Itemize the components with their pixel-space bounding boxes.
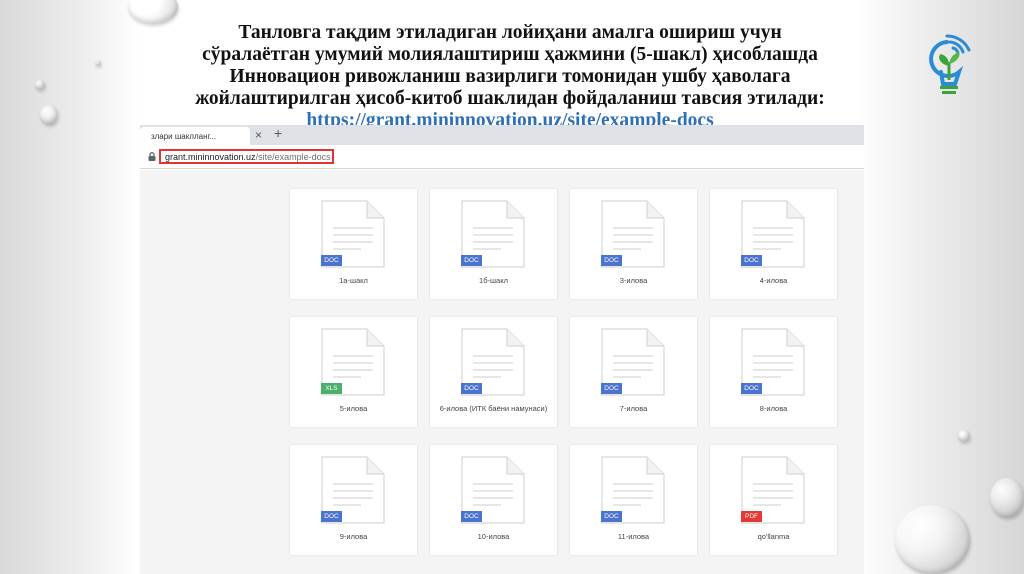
file-card[interactable]: DOC 10-илова (430, 445, 557, 555)
file-type-badge: DOC (461, 255, 482, 266)
new-tab-icon[interactable]: + (274, 125, 282, 141)
slide-background-left (0, 0, 140, 574)
url-host: grant.mininnovation.uz (165, 152, 256, 162)
browser-screenshot: злари шаклланг... × + grant.mininnovatio… (140, 125, 864, 574)
file-card[interactable]: DOC 8-илова (710, 317, 837, 427)
browser-tab-bar: злари шаклланг... × + (140, 125, 864, 145)
file-name: 7-илова (619, 404, 648, 413)
water-drop-decoration (958, 430, 970, 442)
slide-title-line: Инновацион ривожланиш вазирлиги томонида… (229, 66, 791, 87)
browser-tab[interactable]: злари шаклланг... (140, 127, 250, 145)
file-type-badge: DOC (741, 255, 762, 266)
file-type-badge: DOC (601, 255, 622, 266)
file-grid: DOC 1а-шакл DOC 1б-шакл DOC 3-илова DOC 4-илова… (140, 170, 864, 574)
file-card[interactable]: DOC 7-илова (570, 317, 697, 427)
file-type-badge: PDF (741, 511, 762, 522)
file-name: 5-илова (339, 404, 368, 413)
file-name: 4-илова (759, 276, 788, 285)
file-name: 6-илова (ИТК баёни намунаси) (439, 404, 548, 413)
file-name: 3-илова (619, 276, 648, 285)
file-type-badge: DOC (461, 511, 482, 522)
address-bar: grant.mininnovation.uz/site/example-docs (140, 145, 864, 169)
file-type-badge: XLS (321, 383, 342, 394)
file-card[interactable]: DOC 9-илова (290, 445, 417, 555)
file-card[interactable]: DOC 4-илова (710, 189, 837, 299)
file-card[interactable]: DOC 3-илова (570, 189, 697, 299)
water-drop-decoration (95, 60, 101, 66)
file-card[interactable]: DOC 1б-шакл (430, 189, 557, 299)
file-card[interactable]: DOC 1а-шакл (290, 189, 417, 299)
file-type-badge: DOC (461, 383, 482, 394)
water-drop-decoration (895, 505, 970, 574)
file-type-badge: DOC (741, 383, 762, 394)
water-drop-decoration (35, 80, 45, 90)
slide-title-line: жойлаштирилган ҳисоб-китоб шаклидан фойд… (195, 88, 825, 109)
tab-close-icon[interactable]: × (255, 128, 262, 142)
url-field[interactable]: grant.mininnovation.uz/site/example-docs (159, 149, 334, 164)
file-name: 9-илова (339, 532, 368, 541)
file-card[interactable]: XLS 5-илова (290, 317, 417, 427)
file-type-badge: DOC (321, 511, 342, 522)
file-card[interactable]: DOC 6-илова (ИТК баёни намунаси) (430, 317, 557, 427)
file-name: qo'llanma (757, 532, 790, 541)
file-type-badge: DOC (321, 255, 342, 266)
ministry-logo-icon (929, 34, 971, 94)
file-name: 1б-шакл (479, 276, 508, 285)
slide-title-line: сўралаётган умумий молиялаштириш ҳажмини… (202, 44, 818, 65)
file-name: 1а-шакл (339, 276, 368, 285)
file-card[interactable]: PDF qo'llanma (710, 445, 837, 555)
slide-title-line: Танловга тақдим этиладиган лойиҳани амал… (238, 22, 782, 43)
url-path: /site/example-docs (255, 152, 331, 162)
file-card[interactable]: DOC 11-илова (570, 445, 697, 555)
water-drop-decoration (990, 478, 1024, 518)
file-name: 11-илова (617, 532, 650, 541)
file-name: 8-илова (759, 404, 788, 413)
lock-icon (148, 152, 156, 161)
slide-title: Танловга тақдим этиладиган лойиҳани амал… (150, 22, 870, 132)
file-type-badge: DOC (601, 383, 622, 394)
file-name: 10-илова (477, 532, 510, 541)
water-drop-decoration (40, 105, 58, 125)
file-type-badge: DOC (601, 511, 622, 522)
